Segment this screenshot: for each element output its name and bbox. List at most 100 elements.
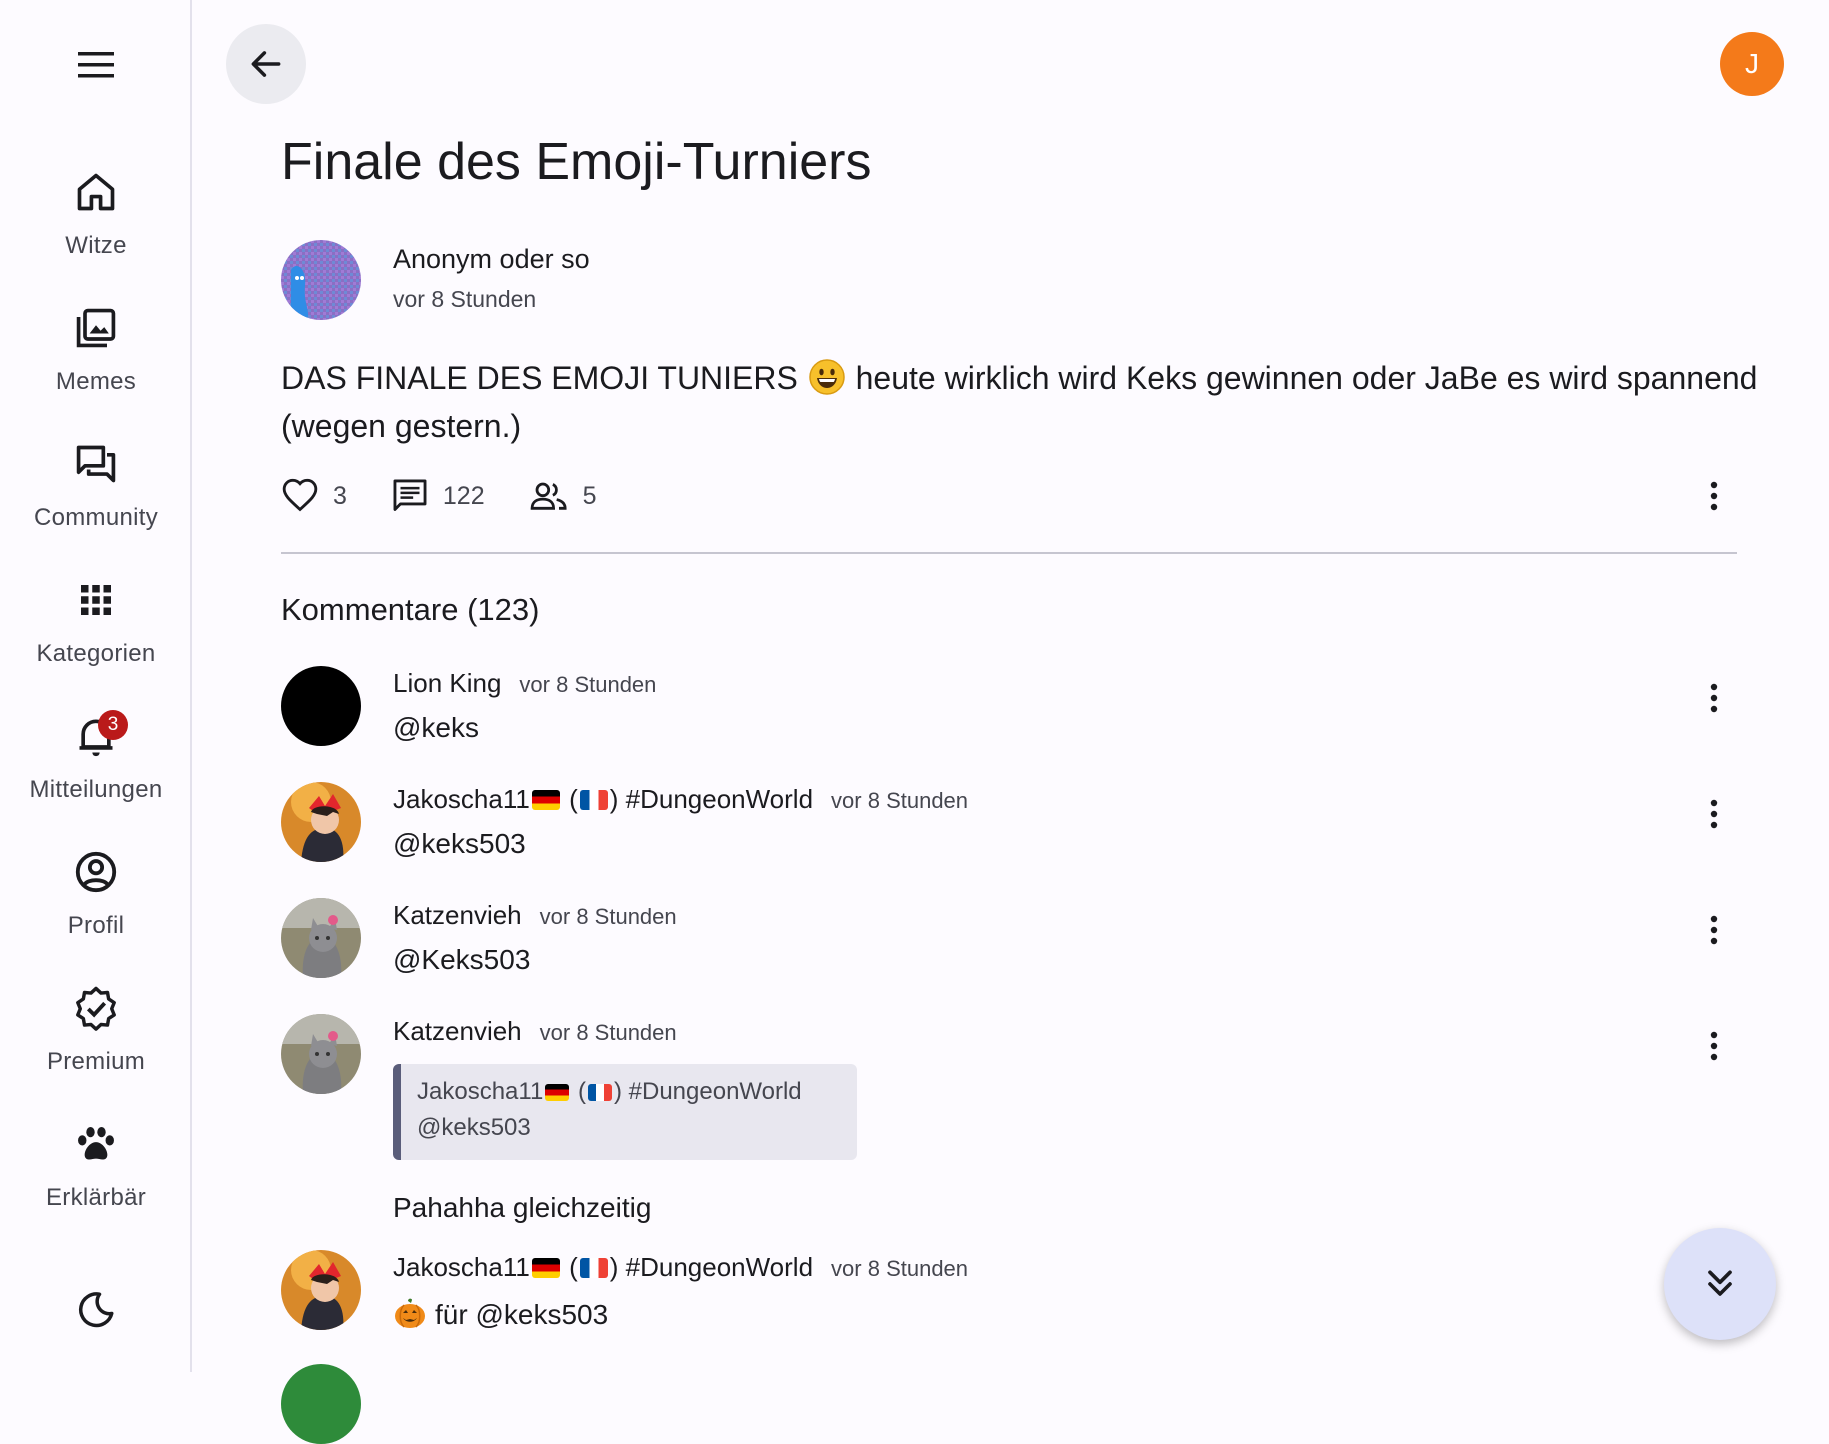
nav-label-kategorien: Kategorien — [36, 640, 156, 667]
author-name-text: ) #DungeonWorld — [609, 784, 814, 814]
more-vert-icon — [1710, 915, 1718, 945]
user-avatar[interactable]: J — [1720, 32, 1784, 96]
like-count: 3 — [333, 481, 347, 510]
comment-more-options-button[interactable] — [1694, 910, 1734, 950]
comment-timestamp: vor 8 Stunden — [539, 904, 677, 929]
verified-badge-icon — [64, 976, 128, 1040]
author-name-text: Jakoscha11 — [393, 1252, 530, 1282]
participants-button[interactable]: 5 — [529, 477, 597, 515]
comment-timestamp: vor 8 Stunden — [831, 788, 969, 813]
comment-count: 122 — [442, 481, 485, 510]
nav-item-profil[interactable]: Profil — [0, 840, 192, 960]
bell-icon: 3 — [64, 704, 128, 768]
france-flag-icon — [587, 1084, 612, 1101]
comment-timestamp: vor 8 Stunden — [519, 672, 657, 697]
germany-flag-icon — [531, 790, 560, 810]
author-name-text: ( — [571, 1078, 586, 1105]
nav-label-mitteilungen: Mitteilungen — [29, 776, 163, 803]
nav-item-community[interactable]: Community — [0, 432, 192, 552]
comment-avatar[interactable] — [281, 782, 361, 862]
nav-item-erklaerbaer[interactable]: Erklärbär — [0, 1112, 192, 1232]
nav-label-witze: Witze — [65, 232, 127, 259]
comment-avatar[interactable] — [281, 1014, 361, 1094]
france-flag-icon — [579, 1258, 608, 1278]
author-name-text: ( — [561, 1252, 578, 1282]
hamburger-menu-icon — [78, 52, 114, 78]
nav-label-profil: Profil — [67, 912, 125, 939]
nav-label-memes: Memes — [55, 368, 137, 395]
comment-timestamp: vor 8 Stunden — [831, 1256, 969, 1281]
nav-item-memes[interactable]: Memes — [0, 296, 192, 416]
like-button[interactable]: 3 — [281, 477, 347, 515]
comment-author[interactable]: Jakoscha11 ( ) #DungeonWorld — [393, 1252, 813, 1283]
people-icon — [530, 482, 567, 510]
paw-icon — [64, 1112, 128, 1176]
double-chevron-down-icon — [1708, 1270, 1732, 1296]
more-vert-icon — [1710, 1031, 1718, 1061]
more-vert-icon — [1710, 799, 1718, 829]
comment-text: Pahahha gleichzeitig — [393, 1192, 652, 1223]
quote-text: @keks503 — [417, 1114, 531, 1141]
comment-author[interactable]: Jakoscha11 ( ) #DungeonWorld — [393, 784, 813, 815]
author-avatar[interactable] — [281, 240, 361, 320]
comment-text: @Keks503 — [393, 944, 531, 975]
comment-avatar[interactable] — [281, 666, 361, 746]
post-timestamp: vor 8 Stunden — [393, 286, 537, 312]
germany-flag-icon — [531, 1258, 560, 1278]
comment-more-options-button[interactable] — [1694, 794, 1734, 834]
comment-text-content: für @keks503 — [435, 1299, 609, 1330]
pumpkin-emoji-icon — [395, 1298, 425, 1328]
post-author-name[interactable]: Anonym oder so — [393, 244, 590, 275]
comment-more-options-button[interactable] — [1694, 1026, 1734, 1066]
comment-avatar[interactable] — [281, 1364, 361, 1444]
comments-heading: Kommentare (123) — [281, 592, 540, 627]
back-button[interactable] — [226, 24, 306, 104]
post-more-options-button[interactable] — [1694, 476, 1734, 516]
comment-text: für @keks503 — [393, 1296, 608, 1331]
comment-avatar[interactable] — [281, 898, 361, 978]
nav-label-erklaerbaer: Erklärbär — [45, 1184, 147, 1211]
comment-icon — [393, 479, 427, 511]
nav-item-premium[interactable]: Premium — [0, 976, 192, 1096]
author-name-text: ) #DungeonWorld — [609, 1252, 814, 1282]
author-name-text: ( — [561, 784, 578, 814]
home-icon — [64, 160, 128, 224]
quoted-comment[interactable]: Jakoscha11 () #DungeonWorld @keks503 — [393, 1064, 857, 1160]
nav-item-mitteilungen[interactable]: 3 Mitteilungen — [0, 704, 192, 824]
notification-badge: 3 — [98, 710, 128, 740]
heart-icon — [282, 478, 318, 512]
grinning-face-emoji-icon — [808, 359, 845, 395]
comment-text: @keks — [393, 712, 479, 743]
comment-author[interactable]: Lion King — [393, 668, 501, 699]
post-body: DAS FINALE DES EMOJI TUNIERS heute wirkl… — [281, 354, 1761, 450]
forum-icon — [64, 432, 128, 496]
nav-label-community: Community — [33, 504, 159, 531]
comment-author[interactable]: Katzenvieh — [393, 900, 522, 931]
menu-button[interactable] — [62, 40, 130, 90]
dark-mode-toggle[interactable] — [62, 1280, 130, 1340]
comment-count-button[interactable]: 122 — [391, 477, 485, 515]
image-gallery-icon — [64, 296, 128, 360]
comment-more-options-button[interactable] — [1694, 678, 1734, 718]
comment-avatar[interactable] — [281, 1250, 361, 1330]
quote-author: Jakoscha11 () #DungeonWorld — [417, 1074, 841, 1110]
author-name-text: Jakoscha11 — [393, 784, 530, 814]
navigation-rail: Witze Memes Community Kategorien 3 Mitte… — [0, 0, 192, 1372]
comment-text: @keks503 — [393, 828, 526, 859]
apps-grid-icon — [64, 568, 128, 632]
scroll-to-bottom-button[interactable] — [1664, 1228, 1776, 1340]
nav-item-witze[interactable]: Witze — [0, 160, 192, 280]
page-title: Finale des Emoji-Turniers — [281, 133, 872, 191]
more-vert-icon — [1710, 481, 1718, 511]
author-name-text: Jakoscha11 — [417, 1078, 544, 1105]
participant-count: 5 — [582, 481, 597, 510]
post-text-part-1: DAS FINALE DES EMOJI TUNIERS — [281, 360, 798, 396]
arrow-back-icon — [251, 51, 281, 77]
germany-flag-icon — [545, 1084, 570, 1101]
comment-author[interactable]: Katzenvieh — [393, 1016, 522, 1047]
france-flag-icon — [579, 790, 608, 810]
more-vert-icon — [1710, 683, 1718, 713]
divider — [281, 552, 1737, 554]
nav-item-kategorien[interactable]: Kategorien — [0, 568, 192, 688]
account-circle-icon — [64, 840, 128, 904]
